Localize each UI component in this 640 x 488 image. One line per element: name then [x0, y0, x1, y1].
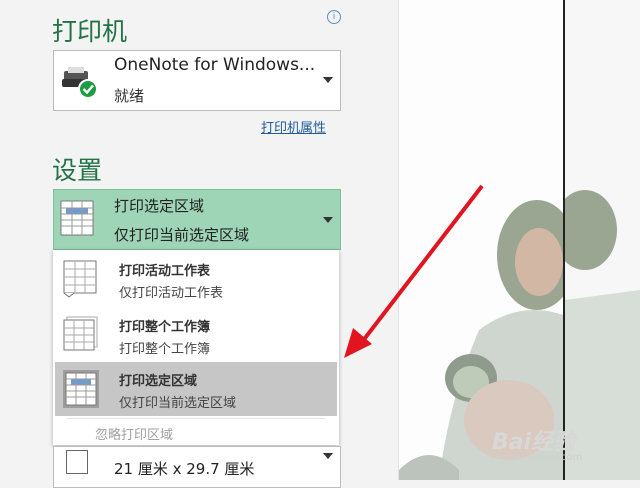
printer-properties-link[interactable]: 打印机属性	[261, 117, 326, 136]
watermark-url: jingyan.baidu.com	[490, 452, 583, 463]
ignore-print-area-option[interactable]: 忽略打印区域	[95, 424, 173, 443]
printer-status: 就绪	[114, 87, 145, 105]
paper-size-label: 21 厘米 x 29.7 厘米	[114, 460, 255, 478]
paper-icon	[66, 450, 88, 474]
menu-separator	[67, 418, 325, 419]
printer-section-title: 打印机	[52, 17, 128, 46]
active-sheets-icon	[63, 260, 97, 298]
option-print-entire-workbook[interactable]: 打印整个工作簿 打印整个工作簿	[55, 308, 337, 362]
option-description: 仅打印活动工作表	[119, 286, 224, 301]
paper-size-select[interactable]: 21 厘米 x 29.7 厘米	[53, 446, 341, 488]
option-label: 打印整个工作簿	[119, 320, 211, 335]
print-range-dropdown: 打印活动工作表 仅打印活动工作表 打印整个工作簿 打印整个工作簿 打印选定区域 …	[53, 250, 339, 445]
preview-image	[399, 200, 563, 480]
chevron-down-icon	[323, 453, 333, 459]
background-image	[565, 190, 640, 480]
print-selection-icon	[60, 200, 94, 236]
settings-section-title: 设置	[52, 156, 103, 185]
print-range-select[interactable]: 打印选定区域 仅打印当前选定区域	[53, 189, 341, 250]
preview-page	[399, 0, 563, 480]
chevron-down-icon	[323, 217, 333, 223]
printer-select[interactable]: OneNote for Windows... 就绪	[53, 50, 341, 111]
selected-option-label: 打印选定区域	[114, 197, 205, 215]
print-preview	[399, 0, 640, 480]
print-selection-icon	[63, 370, 99, 408]
option-print-selection[interactable]: 打印选定区域 仅打印当前选定区域	[55, 362, 337, 416]
option-print-active-sheets[interactable]: 打印活动工作表 仅打印活动工作表	[55, 252, 337, 306]
info-icon[interactable]: i	[327, 10, 341, 24]
printer-name: OneNote for Windows...	[114, 55, 316, 75]
option-description: 打印整个工作簿	[119, 342, 211, 357]
option-label: 打印活动工作表	[119, 264, 211, 279]
option-description: 仅打印当前选定区域	[119, 396, 237, 411]
chevron-down-icon	[323, 77, 333, 83]
selected-option-description: 仅打印当前选定区域	[114, 226, 250, 244]
printer-ready-icon	[62, 67, 98, 99]
option-label: 打印选定区域	[119, 374, 198, 389]
entire-workbook-icon	[63, 316, 98, 351]
